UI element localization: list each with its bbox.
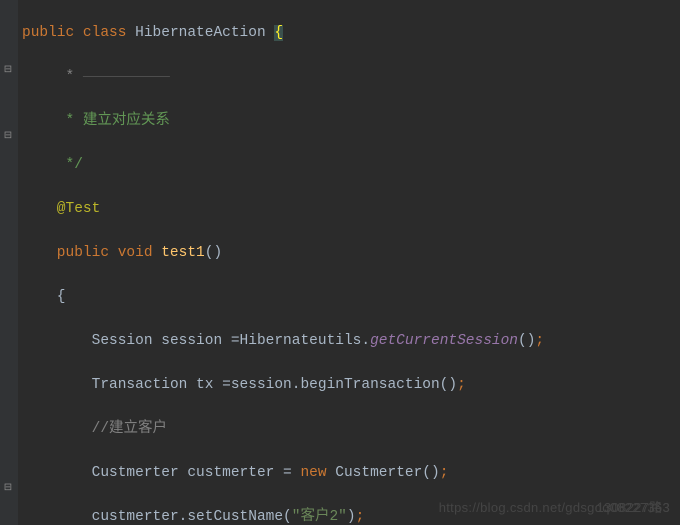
code-line: public class HibernateAction { <box>22 22 680 44</box>
code-line: { <box>22 286 680 308</box>
code-line: public void test1() <box>22 242 680 264</box>
gutter: ⊟ ⊟ ⊟ <box>0 0 18 525</box>
code-line: * <box>22 66 680 88</box>
code-line: @Test <box>22 198 680 220</box>
fold-mark-icon[interactable]: ⊟ <box>3 478 13 488</box>
code-line: Transaction tx =session.beginTransaction… <box>22 374 680 396</box>
code-line: //建立客户 <box>22 418 680 440</box>
code-line: */ <box>22 154 680 176</box>
watermark-overlap: 1308227路3 <box>596 497 670 519</box>
fold-mark-icon[interactable]: ⊟ <box>3 60 13 70</box>
code-area[interactable]: public class HibernateAction { * * 建立对应关… <box>18 0 680 525</box>
code-line: * 建立对应关系 <box>22 110 680 132</box>
watermark: https://blog.csdn.net/gdsgdq08227363 130… <box>439 497 670 519</box>
code-line: Custmerter custmerter = new Custmerter()… <box>22 462 680 484</box>
code-line: Session session =Hibernateutils.getCurre… <box>22 330 680 352</box>
code-editor[interactable]: ⊟ ⊟ ⊟ public class HibernateAction { * *… <box>0 0 680 525</box>
fold-mark-icon[interactable]: ⊟ <box>3 126 13 136</box>
